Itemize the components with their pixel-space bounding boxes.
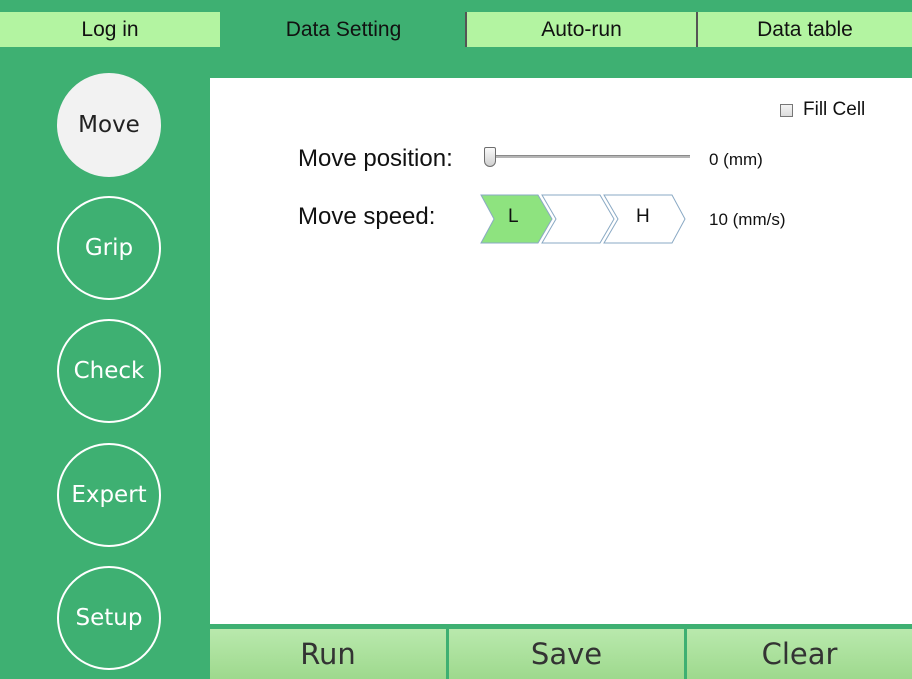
- sidebar-item-grip[interactable]: Grip: [57, 196, 161, 300]
- clear-button[interactable]: Clear: [687, 629, 912, 679]
- tab-auto-run[interactable]: Auto-run: [467, 12, 696, 47]
- move-position-value: 0 (mm): [709, 150, 763, 169]
- sidebar-item-label: Setup: [75, 605, 143, 631]
- tab-label: Log in: [81, 17, 139, 41]
- move-position-slider-track[interactable]: [490, 155, 690, 158]
- sidebar-item-label: Grip: [84, 235, 134, 261]
- move-position-label: Move position:: [298, 145, 453, 172]
- fill-cell-label: Fill Cell: [803, 99, 866, 120]
- move-speed-value: 10 (mm/s): [709, 210, 786, 229]
- sidebar-item-setup[interactable]: Setup: [57, 566, 161, 670]
- tab-bar: Log in Data Setting Auto-run Data table: [0, 0, 912, 47]
- tab-data-setting[interactable]: Data Setting: [222, 12, 465, 47]
- move-position-slider-thumb[interactable]: [484, 147, 496, 167]
- run-button[interactable]: Run: [210, 629, 446, 679]
- sidebar-item-expert[interactable]: Expert: [57, 443, 161, 547]
- speed-high-label: H: [636, 206, 650, 227]
- speed-step-mid[interactable]: [541, 194, 615, 244]
- sidebar-item-check[interactable]: Check: [57, 319, 161, 423]
- checkbox-box[interactable]: [780, 103, 793, 117]
- sidebar-item-move[interactable]: Move: [57, 73, 161, 177]
- sidebar-item-label: Check: [73, 358, 145, 384]
- tab-log-in[interactable]: Log in: [0, 12, 220, 47]
- fill-cell-checkbox[interactable]: Fill Cell: [780, 99, 865, 121]
- sidebar-item-label: Expert: [71, 482, 147, 508]
- clear-button-label: Clear: [761, 637, 838, 671]
- tab-label: Data Setting: [285, 17, 402, 41]
- tab-label: Data table: [757, 17, 853, 41]
- move-speed-label: Move speed:: [298, 203, 436, 230]
- tab-label: Auto-run: [541, 17, 622, 41]
- save-button-label: Save: [530, 637, 603, 671]
- run-button-label: Run: [300, 637, 356, 671]
- tab-data-table[interactable]: Data table: [698, 12, 912, 47]
- sidebar-item-label: Move: [78, 112, 140, 138]
- speed-low-label: L: [508, 206, 519, 227]
- save-button[interactable]: Save: [449, 629, 684, 679]
